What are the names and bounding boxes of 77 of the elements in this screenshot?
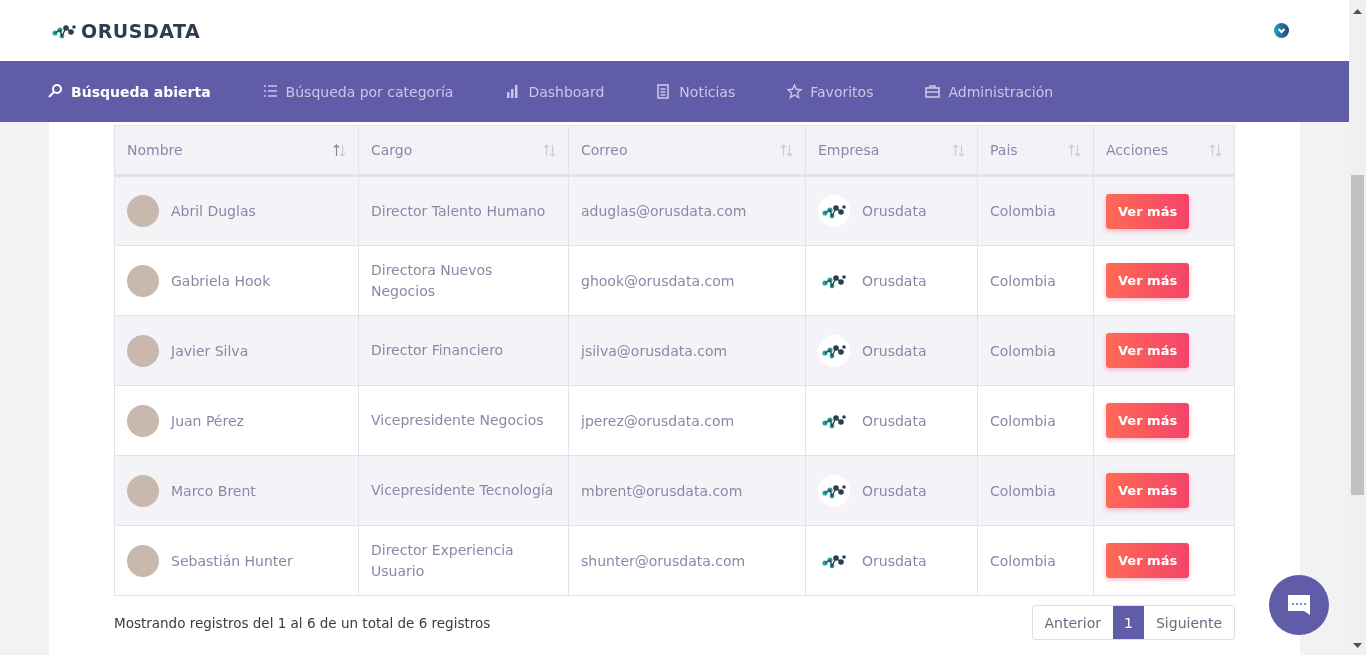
pagination-button[interactable]: Siguiente (1144, 606, 1234, 639)
sort-icon[interactable] (780, 143, 793, 157)
company-name: Orusdata (862, 342, 927, 359)
avatar (127, 474, 159, 507)
briefcase-icon (925, 84, 941, 99)
job-title: Directora Nuevos Negocios (358, 245, 569, 316)
company-name: Orusdata (862, 272, 927, 289)
bar-chart-icon (505, 84, 521, 99)
view-more-button[interactable]: Ver más (1106, 193, 1190, 229)
column-header[interactable]: Pais (977, 125, 1094, 176)
pagination-button[interactable]: Anterior (1032, 606, 1114, 639)
sort-icon[interactable] (1209, 143, 1222, 157)
view-more-button[interactable]: Ver más (1106, 403, 1190, 438)
email-cell: jperez@orusdata.com (568, 385, 806, 456)
dropdown-icon[interactable] (1274, 23, 1289, 38)
country-cell: Colombia (977, 245, 1094, 316)
email-cell: ghook@orusdata.com (568, 245, 806, 316)
job-title: Director Financiero (358, 315, 569, 386)
company-logo-icon (818, 334, 850, 367)
avatar (127, 195, 159, 227)
pagination-button[interactable]: 1 (1113, 606, 1144, 639)
view-more-button[interactable]: Ver más (1106, 473, 1190, 508)
view-more-button[interactable]: Ver más (1106, 263, 1190, 298)
job-title: Director Experiencia Usuario (358, 525, 569, 596)
nav-tab[interactable]: Dashboard (505, 83, 605, 100)
company-name: Orusdata (862, 552, 927, 569)
company-name: Orusdata (862, 482, 927, 499)
nav-tab[interactable]: Favoritos (787, 83, 874, 100)
list-icon (262, 84, 278, 99)
email-cell: mbrent@orusdata.com (568, 455, 806, 526)
column-header[interactable]: Nombre (114, 125, 359, 176)
nav-tab[interactable]: Noticias (656, 83, 736, 100)
avatar (127, 544, 159, 577)
country-cell: Colombia (977, 175, 1094, 246)
job-title: Vicepresidente Negocios (358, 385, 569, 456)
avatar (127, 334, 159, 367)
chat-icon[interactable] (1269, 575, 1329, 635)
avatar (127, 404, 159, 437)
email-cell: aduglas@orusdata.com (568, 175, 806, 246)
sort-icon[interactable] (543, 143, 556, 157)
records-summary: Mostrando registros del 1 al 6 de un total de 6 registros (114, 614, 491, 631)
column-header[interactable]: Empresa (805, 125, 978, 176)
email-cell: jsilva@orusdata.com (568, 315, 806, 386)
job-title: Vicepresidente Tecnología (358, 455, 569, 526)
person-name: Javier Silva (171, 342, 249, 359)
email-cell: shunter@orusdata.com (568, 525, 806, 596)
nav-tab[interactable]: Búsqueda abierta (48, 83, 211, 100)
company-logo-icon (818, 474, 850, 507)
view-more-button[interactable]: Ver más (1106, 543, 1190, 578)
search-icon (48, 84, 63, 99)
country-cell: Colombia (977, 315, 1094, 386)
person-name: Juan Pérez (171, 412, 244, 429)
company-logo-icon (818, 195, 850, 227)
country-cell: Colombia (977, 525, 1094, 596)
column-header[interactable]: Cargo (358, 125, 569, 176)
sort-icon[interactable] (333, 143, 346, 157)
country-cell: Colombia (977, 455, 1094, 526)
avatar (127, 264, 159, 297)
person-name: Sebastián Hunter (171, 552, 293, 569)
person-name: Abril Duglas (171, 203, 256, 219)
person-name: Gabriela Hook (171, 272, 271, 289)
nav-tab[interactable]: Búsqueda por categoría (262, 83, 454, 100)
brand-name: ORUSDATA (81, 19, 201, 42)
column-header[interactable]: Acciones (1093, 125, 1235, 176)
star-icon (787, 84, 803, 99)
scrollbar[interactable] (1349, 0, 1366, 655)
sort-icon[interactable] (1068, 143, 1081, 157)
sort-icon[interactable] (952, 143, 965, 157)
company-name: Orusdata (862, 203, 927, 219)
column-header[interactable]: Correo (568, 125, 806, 176)
country-cell: Colombia (977, 385, 1094, 456)
person-name: Marco Brent (171, 482, 256, 499)
document-icon (656, 84, 672, 99)
view-more-button[interactable]: Ver más (1106, 333, 1190, 368)
company-name: Orusdata (862, 412, 927, 429)
job-title: Director Talento Humano (358, 175, 569, 246)
nav-tab[interactable]: Administración (925, 83, 1054, 100)
